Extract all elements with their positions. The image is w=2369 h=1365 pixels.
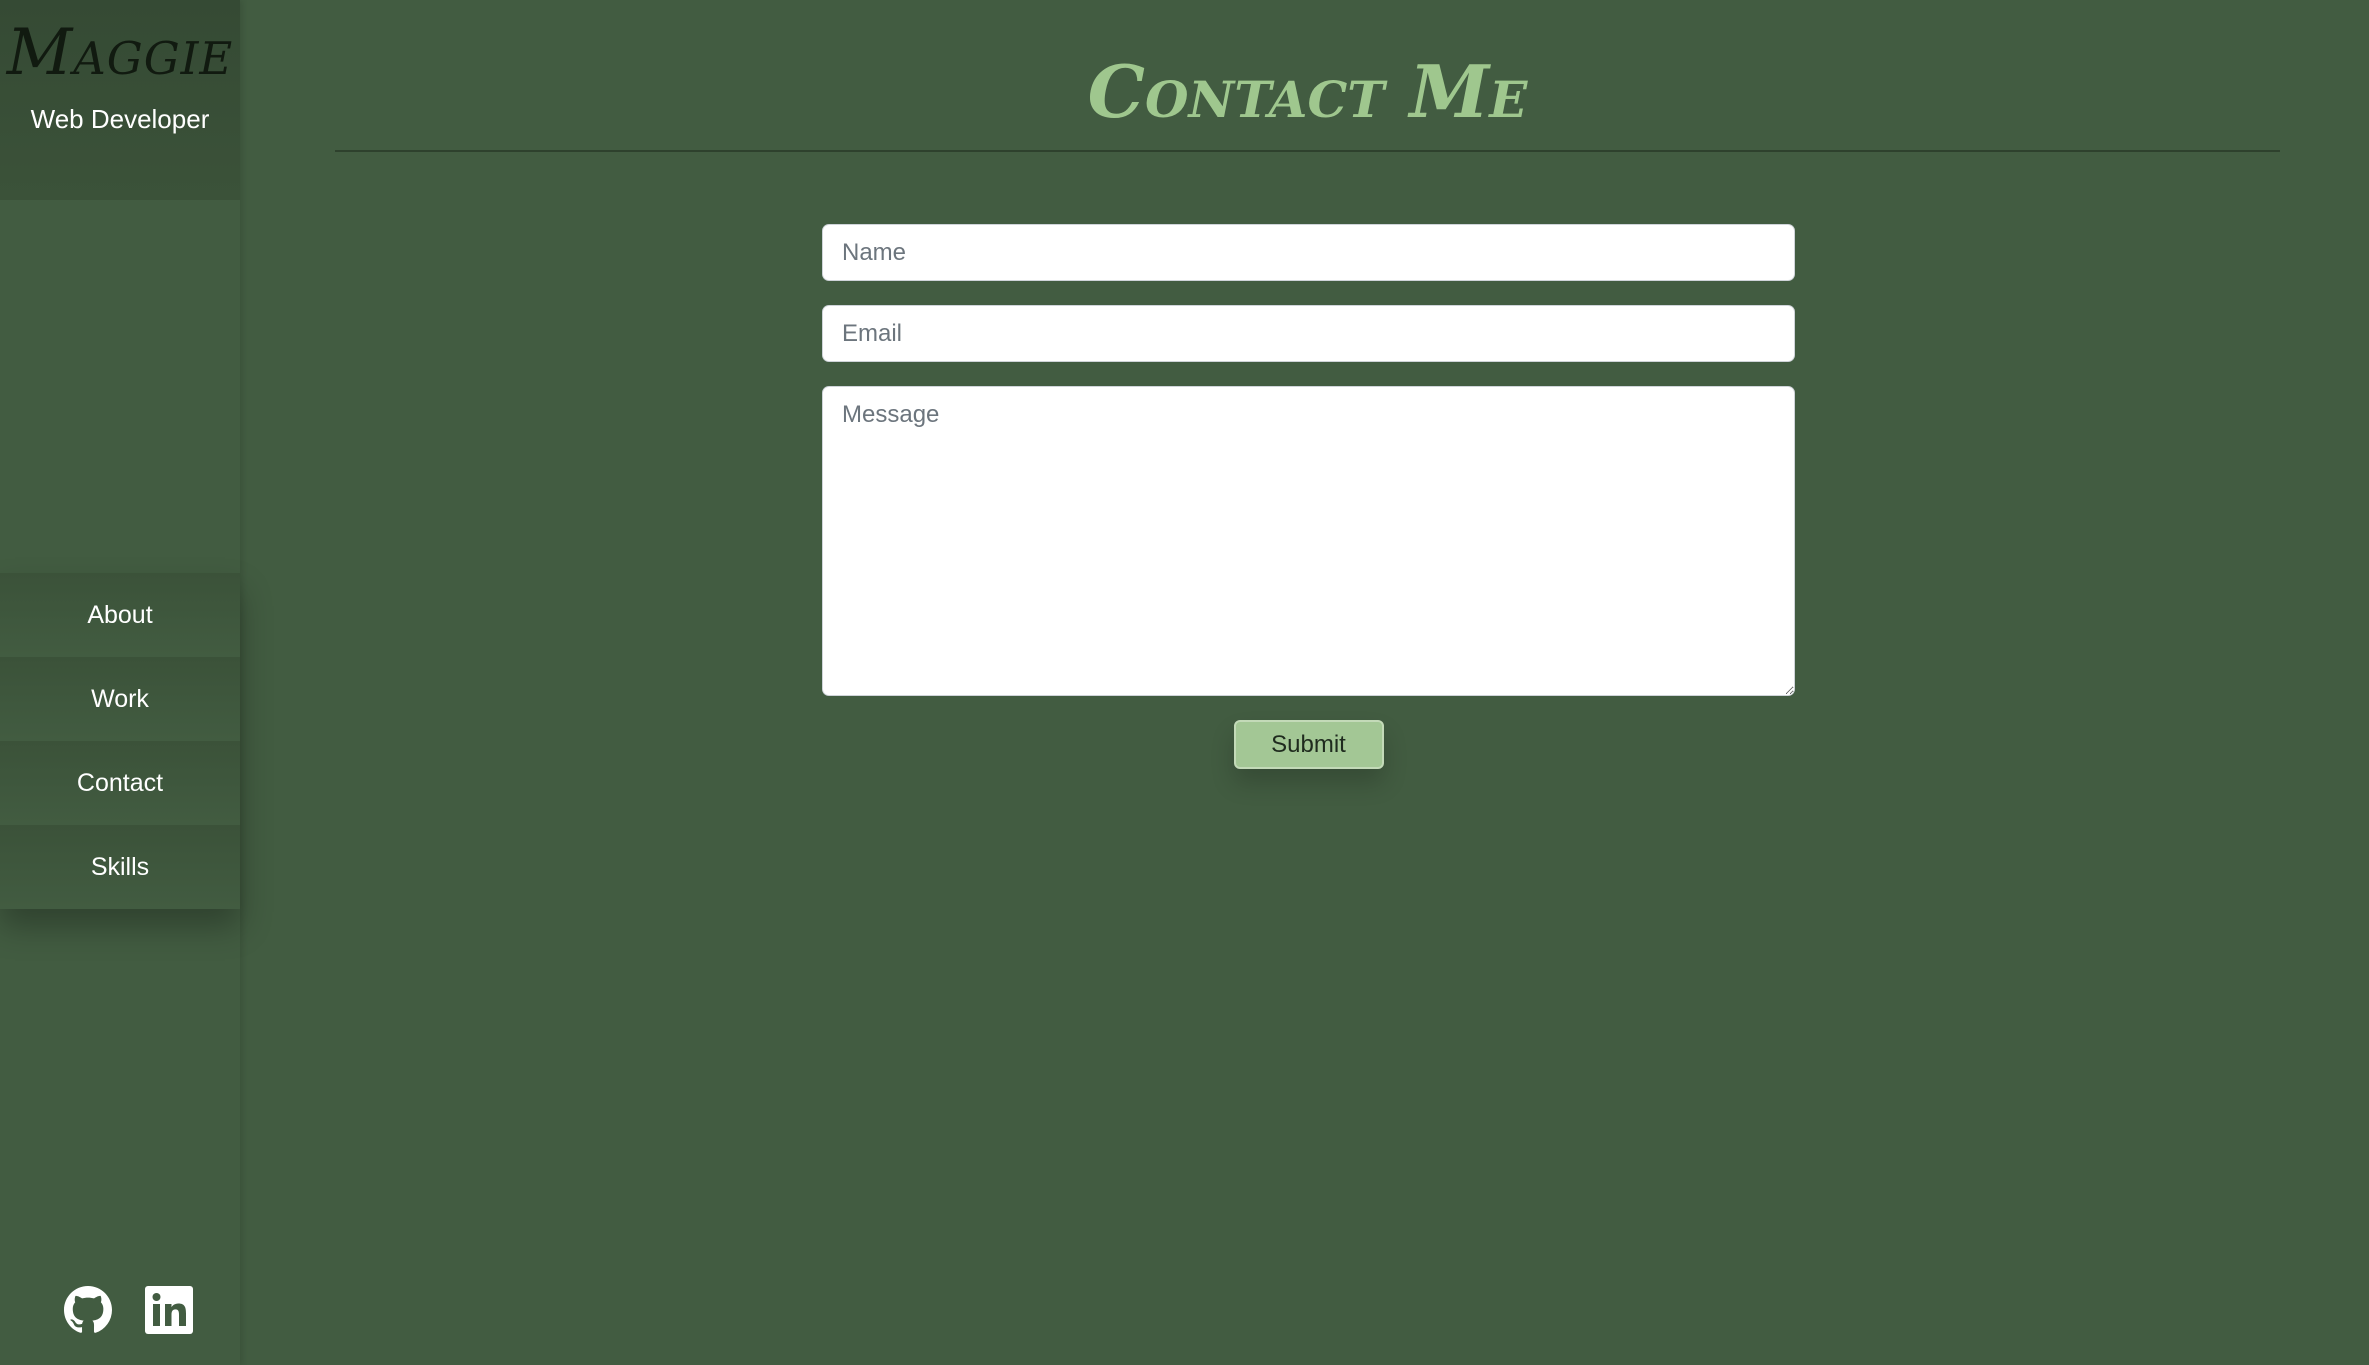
page-title: Contact Me (1087, 49, 1528, 134)
social-links (0, 1286, 240, 1344)
brand-name[interactable]: Maggie (0, 18, 240, 89)
main-content: Contact Me Submit (240, 0, 2369, 1365)
brand-role: Web Developer (30, 104, 210, 134)
submit-button[interactable]: Submit (1233, 720, 1384, 769)
nav-item-about[interactable]: About (0, 573, 240, 657)
nav-item-work[interactable]: Work (0, 657, 240, 741)
sidebar: Maggie Web Developer About Work Contact … (0, 0, 240, 1365)
github-icon[interactable] (64, 1286, 112, 1334)
nav-item-contact[interactable]: Contact (0, 741, 240, 825)
submit-wrap: Submit (822, 720, 1795, 769)
contact-form: Submit (822, 224, 1795, 769)
brand: Maggie Web Developer (0, 0, 240, 200)
message-textarea[interactable] (822, 386, 1795, 696)
sidebar-nav: About Work Contact Skills (0, 573, 240, 909)
email-input[interactable] (822, 305, 1795, 362)
title-divider (335, 150, 2280, 152)
name-input[interactable] (822, 224, 1795, 281)
linkedin-icon[interactable] (145, 1286, 193, 1334)
nav-item-skills[interactable]: Skills (0, 825, 240, 909)
